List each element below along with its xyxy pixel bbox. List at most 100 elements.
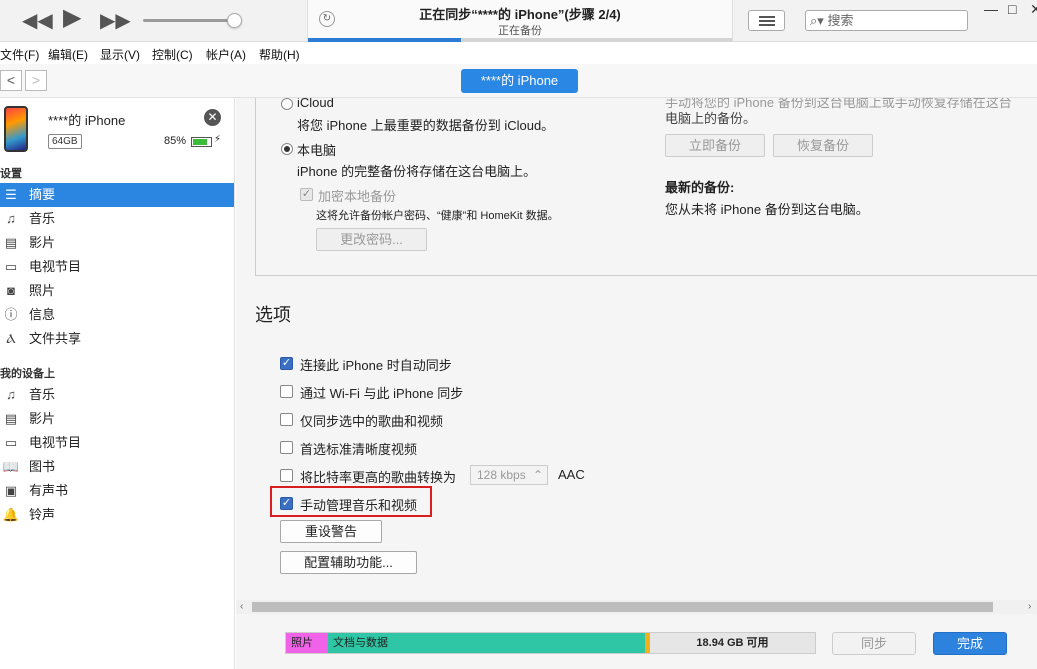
- settings-header: 设置: [0, 168, 22, 180]
- fast-forward-icon[interactable]: ▶▶: [100, 11, 131, 31]
- device-button[interactable]: ****的 iPhone: [461, 69, 578, 93]
- audiobook-icon: ▣: [4, 483, 18, 498]
- menu-controls[interactable]: 控制(C): [152, 46, 193, 63]
- storage-segment-photos: 照片: [286, 633, 328, 653]
- menu-edit[interactable]: 编辑(E): [48, 46, 88, 63]
- encrypt-backup-description: 这将允许备份帐户密码、“健康”和 HomeKit 数据。: [316, 210, 559, 222]
- scroll-right-icon[interactable]: ›: [1028, 600, 1031, 614]
- bitrate-value: 128 kbps: [477, 468, 526, 482]
- this-computer-radio[interactable]: [281, 143, 293, 155]
- restore-backup-button[interactable]: 恢复备份: [773, 134, 873, 157]
- auto-sync-label: 连接此 iPhone 时自动同步: [300, 358, 452, 373]
- sync-button[interactable]: 同步: [832, 632, 916, 655]
- sidebar-item-device-movies[interactable]: ▤ 影片: [0, 407, 234, 431]
- book-icon: 📖: [2, 459, 20, 474]
- sidebar-item-device-music[interactable]: ♫ 音乐: [0, 383, 234, 407]
- sidebar-item-label: 电视节目: [29, 259, 82, 274]
- sidebar-item-label: 信息: [29, 307, 56, 322]
- volume-knob[interactable]: [227, 13, 242, 28]
- backup-now-button[interactable]: 立即备份: [665, 134, 765, 157]
- play-icon[interactable]: ▶: [63, 6, 81, 30]
- backup-panel: iCloud 将您 iPhone 上最重要的数据备份到 iCloud。 本电脑 …: [255, 98, 1037, 276]
- sync-checked-checkbox[interactable]: [280, 413, 293, 426]
- close-button[interactable]: ✕: [1030, 1, 1037, 18]
- sidebar-item-label: 文件共享: [29, 331, 82, 346]
- horizontal-scrollbar[interactable]: ‹ ›: [236, 600, 1037, 614]
- change-password-button[interactable]: 更改密码...: [316, 228, 427, 251]
- eject-icon[interactable]: ✕: [204, 109, 221, 126]
- reset-warnings-button[interactable]: 重设警告: [280, 520, 382, 543]
- sidebar-item-label: 音乐: [29, 211, 56, 226]
- sidebar-item-device-books[interactable]: 📖 图书: [0, 455, 234, 479]
- icloud-radio[interactable]: [281, 98, 293, 110]
- chevron-updown-icon: ⌃: [532, 468, 543, 482]
- sidebar-item-device-audiobooks[interactable]: ▣ 有声书: [0, 479, 234, 503]
- wifi-sync-checkbox[interactable]: [280, 385, 293, 398]
- scrollbar-thumb[interactable]: [252, 602, 993, 612]
- manual-backup-description-2: 电脑上的备份。: [665, 111, 757, 126]
- main-content: iCloud 将您 iPhone 上最重要的数据备份到 iCloud。 本电脑 …: [236, 98, 1037, 602]
- menu-account[interactable]: 帐户(A): [206, 46, 246, 63]
- manual-manage-label: 手动管理音乐和视频: [300, 498, 418, 513]
- encrypt-backup-checkbox[interactable]: ✓: [300, 188, 313, 201]
- sidebar-item-label: 影片: [29, 235, 56, 250]
- prefer-sd-checkbox[interactable]: [280, 441, 293, 454]
- convert-bitrate-checkbox[interactable]: [280, 469, 293, 482]
- title-bar: ◀◀ ▶ ▶▶ ↻ 正在同步“****的 iPhone”(步骤 2/4) 正在备…: [0, 0, 1037, 42]
- menu-help[interactable]: 帮助(H): [259, 46, 300, 63]
- navigation-bar: < > ****的 iPhone: [0, 64, 1037, 98]
- search-icon: ⌕▾: [810, 13, 824, 28]
- footer: 照片 文档与数据 18.94 GB 可用 同步 完成: [236, 614, 1037, 669]
- sidebar-item-device-tv[interactable]: ▭ 电视节目: [0, 431, 234, 455]
- sidebar-item-music[interactable]: ♫ 音乐: [0, 207, 234, 231]
- info-icon: ⓘ: [4, 307, 18, 322]
- configure-accessibility-button[interactable]: 配置辅助功能...: [280, 551, 417, 574]
- latest-backup-title: 最新的备份:: [665, 180, 735, 195]
- options-title: 选项: [255, 305, 291, 325]
- bell-icon: 🔔: [2, 507, 20, 522]
- sidebar-item-movies[interactable]: ▤ 影片: [0, 231, 234, 255]
- device-name: ****的 iPhone: [48, 113, 126, 128]
- list-icon: ☰: [5, 187, 17, 202]
- maximize-button[interactable]: □: [1008, 1, 1016, 17]
- status-subtitle: 正在备份: [498, 25, 542, 37]
- sidebar-item-file-sharing[interactable]: Ⲁ 文件共享: [0, 327, 234, 351]
- device-capacity: 64GB: [48, 134, 82, 149]
- up-next-button[interactable]: [748, 10, 785, 31]
- scroll-left-icon[interactable]: ‹: [240, 600, 243, 614]
- search-input[interactable]: ⌕▾ 搜索: [805, 10, 968, 31]
- bitrate-select[interactable]: 128 kbps ⌃: [470, 465, 548, 485]
- sidebar-item-summary[interactable]: ☰ 摘要: [0, 183, 234, 207]
- manual-manage-checkbox[interactable]: ✓: [280, 497, 293, 510]
- status-display: ↻ 正在同步“****的 iPhone”(步骤 2/4) 正在备份: [307, 0, 733, 42]
- sidebar-item-label: 有声书: [29, 483, 69, 498]
- minimize-button[interactable]: —: [984, 1, 998, 17]
- rewind-icon[interactable]: ◀◀: [22, 11, 53, 31]
- storage-free-label: 18.94 GB 可用: [696, 637, 769, 649]
- done-button[interactable]: 完成: [933, 632, 1007, 655]
- volume-slider[interactable]: [143, 19, 235, 22]
- sidebar-item-device-tones[interactable]: 🔔 铃声: [0, 503, 234, 527]
- iphone-thumbnail: [4, 106, 28, 152]
- storage-segment-documents: 文档与数据: [328, 633, 645, 653]
- sidebar-item-label: 音乐: [29, 387, 56, 402]
- sidebar: ****的 iPhone 64GB 85% ⚡ ✕ 设置 ☰ 摘要 ♫ 音乐 ▤…: [0, 98, 235, 669]
- storage-bar: 照片 文档与数据 18.94 GB 可用: [285, 632, 816, 654]
- back-button[interactable]: <: [0, 70, 22, 91]
- sidebar-item-info[interactable]: ⓘ 信息: [0, 303, 234, 327]
- charging-icon: ⚡: [214, 134, 222, 145]
- film-icon: ▤: [4, 411, 18, 426]
- auto-sync-checkbox[interactable]: ✓: [280, 357, 293, 370]
- sidebar-item-label: 摘要: [29, 187, 56, 202]
- this-computer-description: iPhone 的完整备份将存储在这台电脑上。: [297, 164, 537, 179]
- music-note-icon: ♫: [6, 211, 16, 226]
- menu-file[interactable]: 文件(F): [0, 46, 39, 63]
- sidebar-item-label: 图书: [29, 459, 56, 474]
- menu-view[interactable]: 显示(V): [100, 46, 140, 63]
- sidebar-item-label: 电视节目: [29, 435, 82, 450]
- music-note-icon: ♫: [6, 387, 16, 402]
- forward-button[interactable]: >: [25, 70, 47, 91]
- sidebar-item-photos[interactable]: ◙ 照片: [0, 279, 234, 303]
- app-store-icon: Ⲁ: [6, 331, 16, 346]
- sidebar-item-tv[interactable]: ▭ 电视节目: [0, 255, 234, 279]
